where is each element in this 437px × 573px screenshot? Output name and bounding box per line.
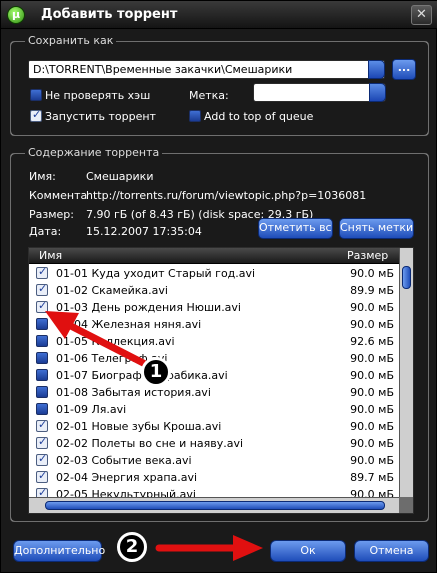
file-size: 90.0 мБ (350, 301, 394, 314)
file-name: 01-01 Куда уходит Старый год.avi (56, 267, 256, 280)
file-checkbox[interactable] (36, 386, 48, 398)
file-checkbox[interactable] (36, 452, 48, 466)
window-title: Добавить торрент (41, 7, 178, 22)
file-size: 90.0 мБ (350, 369, 394, 382)
file-checkbox[interactable] (36, 469, 48, 483)
tag-input[interactable] (253, 83, 386, 102)
arrow-2 (155, 535, 263, 561)
name-value: Смешарики (86, 170, 154, 183)
start-torrent-label: Запустить торрент (45, 110, 156, 123)
browse-button[interactable]: ... (392, 59, 416, 80)
file-name: 02-03 Событие века.avi (56, 454, 192, 467)
table-row[interactable]: 02-04 Энергия храпа.avi 89.7 мБ (29, 469, 400, 486)
file-name: 02-01 Новые зубы Кроша.avi (56, 420, 222, 433)
add-torrent-dialog: µ Добавить торрент ✕ Сохранить как D:\TO… (0, 0, 437, 573)
file-name: 02-04 Энергия храпа.avi (56, 471, 198, 484)
deselect-all-button[interactable]: Снять метки (339, 218, 414, 239)
table-row[interactable]: 01-04 Железная няня.avi 90.0 мБ (29, 316, 400, 333)
horizontal-scrollbar[interactable] (29, 497, 400, 513)
tag-label: Метка: (189, 89, 229, 102)
file-name: 01-02 Скамейка.avi (56, 284, 168, 297)
file-size: 90.0 мБ (350, 403, 394, 416)
comment-value: http://torrents.ru/forum/viewtopic.php?p… (86, 189, 367, 202)
file-name: 01-08 Забытая история.avi (56, 386, 211, 399)
add-to-top-label: Add to top of queue (204, 110, 314, 123)
date-value: 15.12.2007 17:35:04 (86, 225, 202, 238)
file-checkbox[interactable] (36, 369, 48, 381)
file-rows: 01-01 Куда уходит Старый год.avi90.0 мБ0… (29, 265, 400, 503)
cancel-button[interactable]: Отмена (354, 540, 429, 562)
close-button[interactable]: ✕ (411, 5, 432, 25)
file-checkbox[interactable] (36, 282, 48, 296)
skip-hash-label: Не проверять хэш (45, 89, 151, 102)
file-checkbox[interactable] (36, 335, 48, 347)
skip-hash-checkbox[interactable] (30, 89, 42, 101)
torrent-content-group-title: Содержание торрента (25, 146, 163, 160)
file-size: 90.0 мБ (350, 454, 394, 467)
ok-button[interactable]: Ок (270, 540, 346, 562)
vertical-scrollbar[interactable] (399, 248, 413, 497)
file-size: 90.0 мБ (350, 352, 394, 365)
vertical-scroll-thumb[interactable] (402, 266, 411, 289)
file-size: 90.0 мБ (350, 437, 394, 450)
file-size: 89.9 мБ (350, 284, 394, 297)
file-checkbox[interactable] (36, 318, 48, 330)
table-row[interactable]: 02-02 Полеты во сне и наяву.avi 90.0 мБ (29, 435, 400, 452)
file-checkbox[interactable] (36, 403, 48, 415)
table-row[interactable]: 01-02 Скамейка.avi 89.9 мБ (29, 282, 400, 299)
scroll-corner (399, 497, 413, 513)
advanced-button[interactable]: Дополнительно (13, 540, 105, 562)
file-size: 90.0 мБ (350, 318, 394, 331)
file-name: 01-09 Ля.avi (56, 403, 127, 416)
table-row[interactable]: 01-05 Коллекция.avi 92.6 мБ (29, 333, 400, 350)
file-name: 01-04 Железная няня.avi (56, 318, 202, 331)
table-row[interactable]: 01-01 Куда уходит Старый год.avi 90.0 мБ (29, 265, 400, 282)
tag-dropdown-button[interactable] (369, 83, 386, 102)
save-path-field[interactable]: D:\TORRENT\Временные закачки\Смешарики (28, 60, 385, 79)
column-header-name[interactable]: Имя (39, 249, 62, 262)
table-row[interactable]: 01-06 Телеграф.avi 90.0 мБ (29, 350, 400, 367)
add-to-top-checkbox[interactable] (189, 110, 201, 122)
save-as-group-title: Сохранить как (25, 34, 117, 48)
file-size: 92.6 мБ (350, 335, 394, 348)
file-size: 90.0 мБ (350, 420, 394, 433)
file-checkbox[interactable] (36, 418, 48, 432)
table-row[interactable]: 02-03 Событие века.avi 90.0 мБ (29, 452, 400, 469)
column-header-size[interactable]: Размер (347, 249, 388, 262)
file-size: 90.0 мБ (350, 267, 394, 280)
annotation-badge-1: 1 (141, 357, 171, 387)
table-row[interactable]: 02-01 Новые зубы Кроша.avi 90.0 мБ (29, 418, 400, 435)
file-list: Имя Размер 01-01 Куда уходит Старый год.… (28, 247, 414, 514)
select-all-button[interactable]: Отметить все (258, 218, 333, 239)
file-checkbox[interactable] (36, 299, 48, 313)
table-row[interactable]: 01-09 Ля.avi 90.0 мБ (29, 401, 400, 418)
comment-key: Коммента (29, 189, 88, 202)
start-torrent-checkbox[interactable] (30, 108, 42, 122)
horizontal-scroll-thumb[interactable] (45, 501, 385, 510)
date-key: Дата: (29, 225, 62, 238)
file-name: 02-02 Полеты во сне и наяву.avi (56, 437, 244, 450)
file-size: 90.0 мБ (350, 386, 394, 399)
file-checkbox[interactable] (36, 352, 48, 364)
table-row[interactable]: 01-08 Забытая история.avi 90.0 мБ (29, 384, 400, 401)
title-bar: µ Добавить торрент ✕ (1, 1, 437, 29)
name-key: Имя: (29, 170, 56, 183)
save-path-dropdown-button[interactable] (368, 60, 385, 79)
table-row[interactable]: 01-07 Биография Крабика.avi 90.0 мБ (29, 367, 400, 384)
file-name: 01-03 День рождения Нюши.avi (56, 301, 241, 314)
file-checkbox[interactable] (36, 265, 48, 279)
size-key: Размер: (29, 208, 74, 221)
file-size: 89.7 мБ (350, 471, 394, 484)
utorrent-logo-icon: µ (7, 6, 25, 24)
file-name: 01-05 Коллекция.avi (56, 335, 175, 348)
file-list-header: Имя Размер (29, 248, 400, 264)
annotation-badge-2: 2 (117, 532, 147, 562)
table-row[interactable]: 01-03 День рождения Нюши.avi 90.0 мБ (29, 299, 400, 316)
file-checkbox[interactable] (36, 435, 48, 449)
